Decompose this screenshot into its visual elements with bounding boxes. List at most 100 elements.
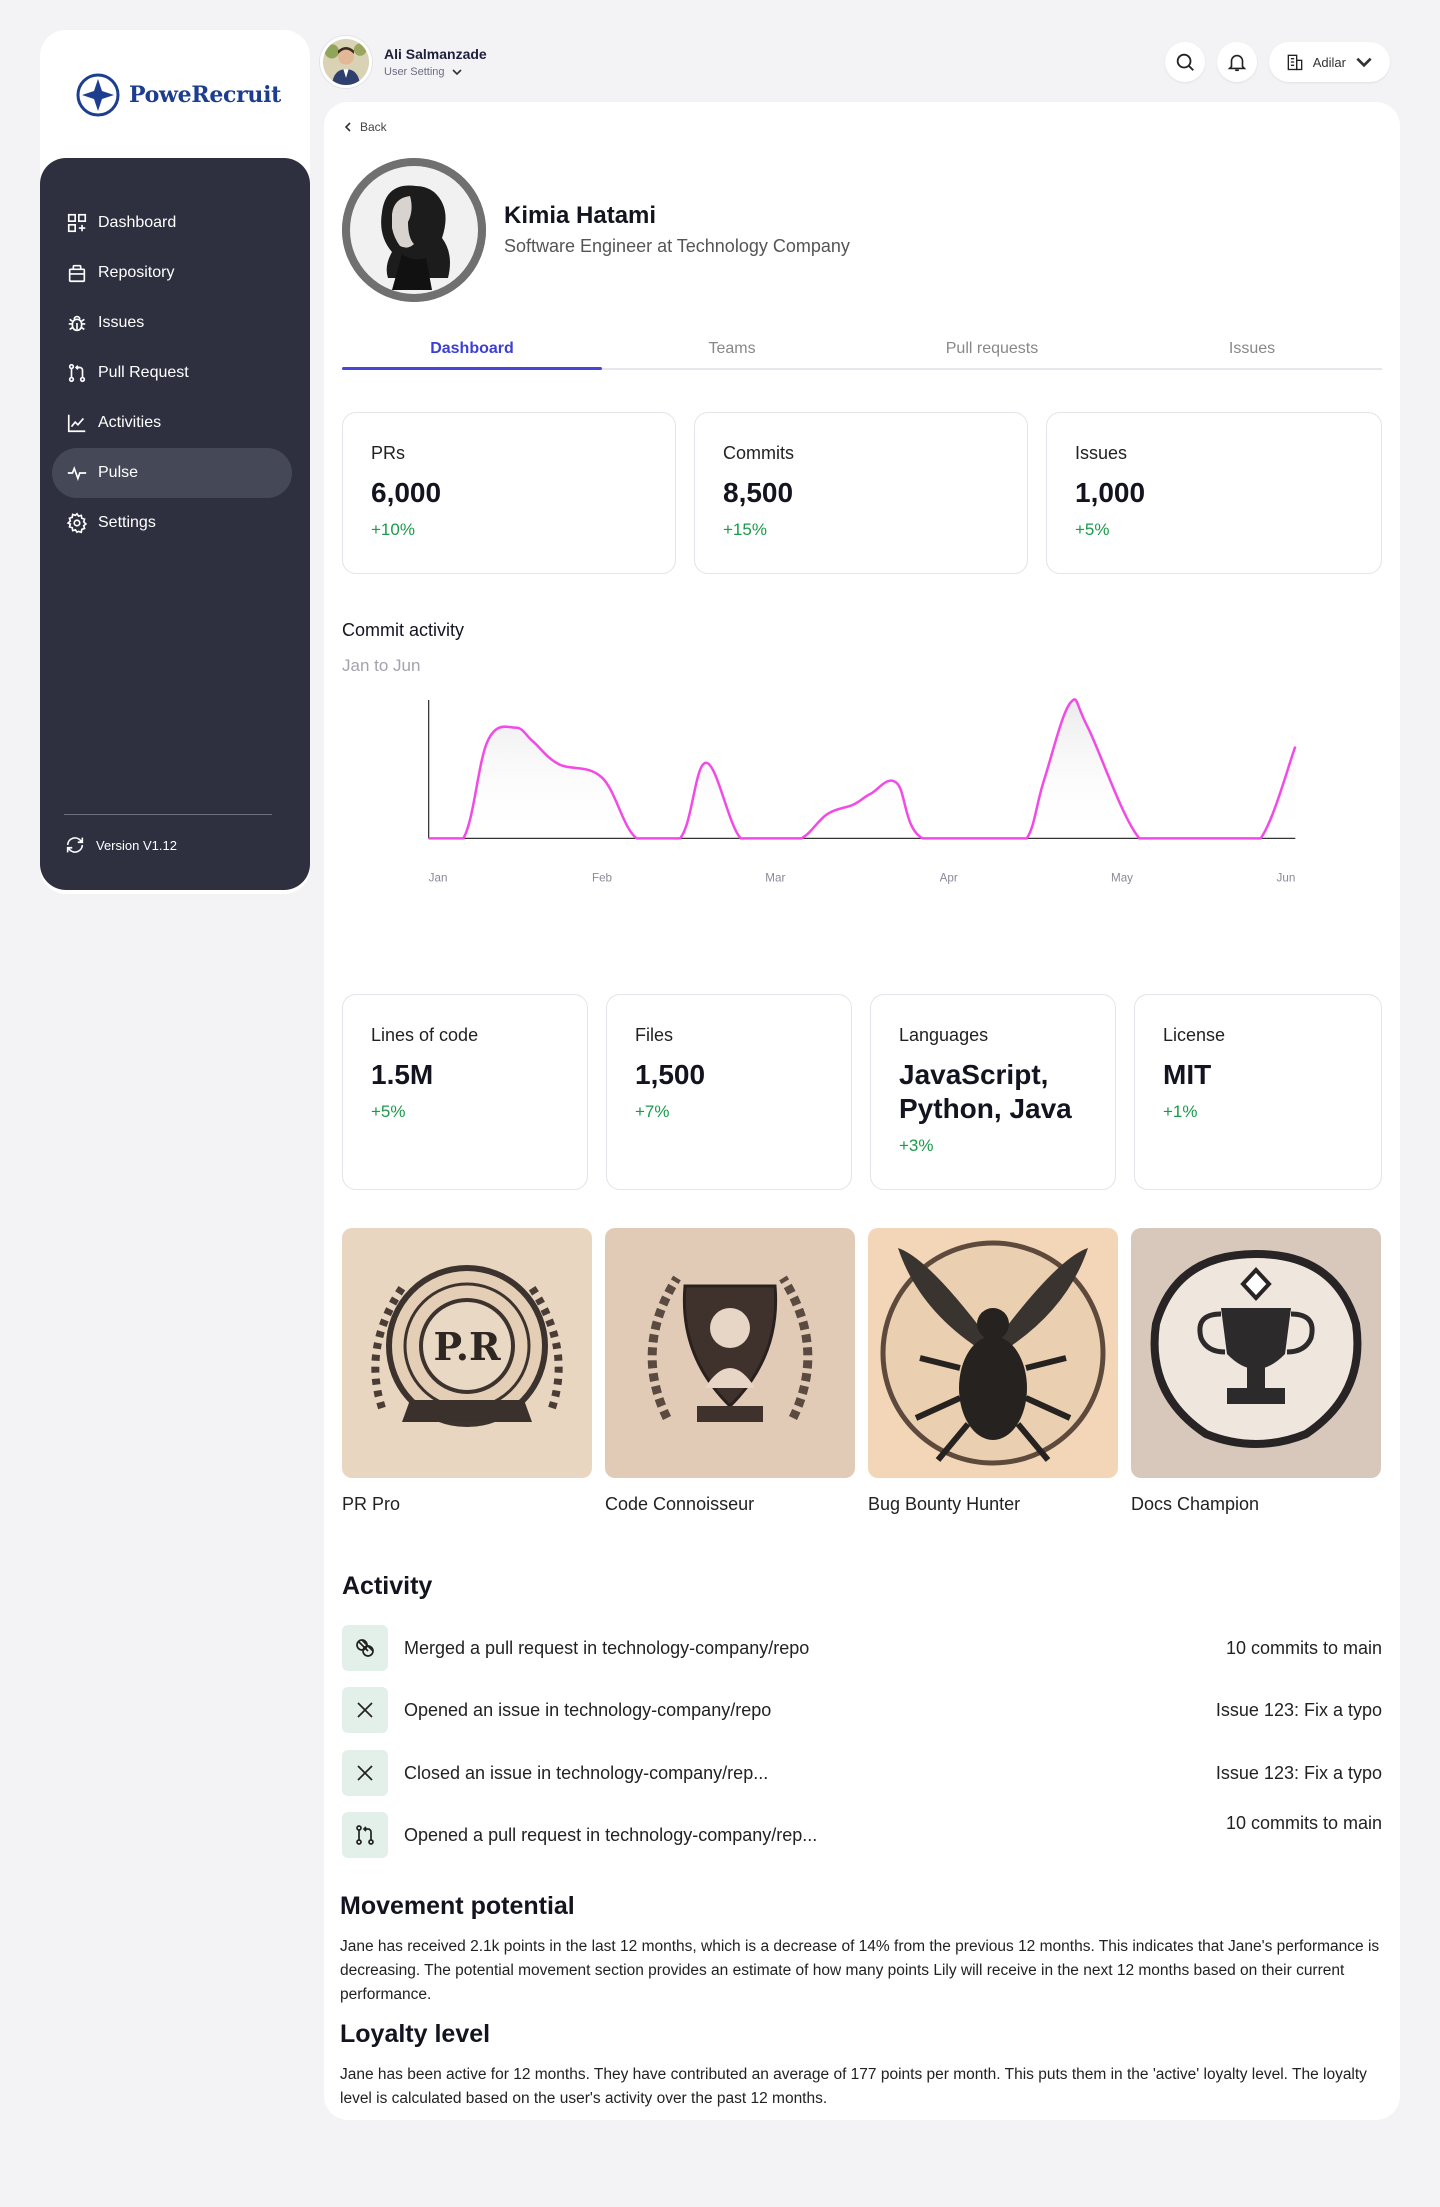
chevron-down-icon — [451, 69, 462, 76]
profile-name: Kimia Hatami — [504, 202, 657, 229]
user-menu[interactable]: Ali Salmanzade User Setting — [320, 36, 487, 88]
company-selector[interactable]: Adilar — [1268, 42, 1390, 82]
list-item[interactable]: Merged a pull request in technology-comp… — [342, 1624, 1382, 1672]
user-setting-label: User Setting — [384, 66, 445, 78]
search-button[interactable] — [1164, 42, 1205, 82]
activity-detail: Issue 123: Fix a typo — [1215, 1699, 1382, 1720]
stat-value: 1.5M — [371, 1059, 434, 1090]
tab-issues[interactable]: Issues — [1122, 324, 1382, 368]
refresh-icon — [66, 837, 84, 853]
list-item[interactable]: Opened an issue in technology-company/re… — [342, 1686, 1382, 1734]
stat-card-lines-of-code: Lines of code 1.5M +5% — [342, 994, 588, 1190]
profile-tabs: Dashboard Teams Pull requests Issues — [342, 324, 1382, 370]
stat-label: Lines of code — [371, 1025, 479, 1045]
chart-line-icon — [67, 414, 86, 433]
sidebar-item-dashboard[interactable]: Dashboard — [52, 198, 292, 248]
sidebar-item-label: Pull Request — [98, 364, 189, 381]
activity-icon-box — [342, 1812, 388, 1858]
sidebar-item-issues[interactable]: Issues — [52, 298, 292, 348]
back-label: Back — [360, 120, 387, 134]
badge-bug-bounty-hunter[interactable]: Bug Bounty Hunter — [868, 1228, 1118, 1515]
activity-text: Opened an issue in technology-company/re… — [404, 1699, 772, 1720]
badge-docs-champion[interactable]: Docs Champion — [1131, 1228, 1381, 1515]
company-name: Adilar — [1312, 54, 1346, 70]
stat-change: +5% — [371, 1102, 406, 1121]
sidebar-item-label: Issues — [98, 314, 145, 331]
stat-label: Files — [635, 1025, 674, 1045]
chart-x-tick-label: Jun — [1277, 872, 1296, 885]
stat-change: +15% — [723, 520, 767, 539]
stat-label: License — [1163, 1025, 1226, 1045]
sidebar-item-repository[interactable]: Repository — [52, 248, 292, 298]
search-icon — [1176, 53, 1194, 71]
stat-card-languages: Languages JavaScript, Python, Java +3% — [870, 994, 1116, 1190]
merge-icon — [356, 1639, 374, 1657]
loyalty-title: Loyalty level — [340, 2020, 491, 2048]
profile-role: Software Engineer at Technology Company — [504, 236, 850, 256]
list-item[interactable]: Opened a pull request in technology-comp… — [342, 1811, 1382, 1859]
stat-label: PRs — [371, 443, 406, 463]
stat-value: JavaScript, Python, Java — [899, 1059, 1072, 1124]
pr-pro-emblem-icon: P.R — [342, 1228, 592, 1478]
tab-pull-requests[interactable]: Pull requests — [862, 324, 1122, 368]
logo-star-icon — [76, 73, 120, 117]
close-icon — [357, 1765, 373, 1781]
sidebar-item-settings[interactable]: Settings — [52, 498, 292, 548]
chart-x-tick-label: May — [1111, 872, 1133, 885]
sidebar-item-label: Dashboard — [98, 214, 177, 231]
bug-icon — [68, 315, 86, 332]
activity-icon-box — [342, 1625, 388, 1671]
activity-icon-box — [342, 1750, 388, 1796]
stat-value: 1,500 — [635, 1059, 706, 1090]
sidebar-item-label: Repository — [98, 264, 175, 281]
stat-card-prs: PRs 6,000 +10% — [342, 412, 676, 574]
code-connoisseur-emblem-icon — [605, 1228, 855, 1478]
badge-pr-pro[interactable]: P.R PR Pro — [342, 1228, 592, 1515]
sidebar-nav: Dashboard Repository Issues Pull Request… — [52, 198, 292, 548]
dashboard-icon — [67, 213, 87, 233]
list-item[interactable]: Closed an issue in technology-company/re… — [342, 1749, 1382, 1797]
commit-activity-chart: Jan Feb Mar Apr May Jun — [428, 698, 1297, 885]
badge-image: P.R — [342, 1228, 592, 1478]
chart-x-tick-label: Apr — [940, 872, 958, 885]
chart-title: Commit activity — [342, 620, 465, 640]
sidebar-item-pull-request[interactable]: Pull Request — [52, 348, 292, 398]
pull-request-icon — [68, 363, 86, 383]
docs-champion-trophy-icon — [1131, 1228, 1381, 1478]
stat-change: +1% — [1163, 1102, 1198, 1121]
activity-text: Opened a pull request in technology-comp… — [404, 1824, 818, 1845]
notifications-button[interactable] — [1216, 42, 1257, 82]
back-link[interactable]: Back — [342, 120, 387, 134]
stat-value: MIT — [1163, 1059, 1212, 1090]
tab-dashboard[interactable]: Dashboard — [342, 324, 602, 370]
bug-bounty-hunter-emblem-icon — [868, 1228, 1118, 1478]
badge-name: PR Pro — [342, 1494, 401, 1514]
user-setting-dropdown[interactable]: User Setting — [384, 66, 487, 78]
tab-teams[interactable]: Teams — [602, 324, 862, 368]
bell-icon — [1227, 54, 1247, 72]
sidebar-item-activities[interactable]: Activities — [52, 398, 292, 448]
badge-code-connoisseur[interactable]: Code Connoisseur — [605, 1228, 855, 1515]
sidebar-item-label: Pulse — [98, 464, 139, 481]
chart-x-tick-label: Jan — [429, 872, 448, 885]
gear-icon — [66, 512, 88, 534]
stat-label: Issues — [1075, 443, 1128, 463]
badge-image — [868, 1228, 1118, 1478]
stat-change: +10% — [371, 520, 415, 539]
stat-card-issues: Issues 1,000 +5% — [1046, 412, 1382, 574]
activity-text: Merged a pull request in technology-comp… — [404, 1637, 810, 1658]
activity-detail: Issue 123: Fix a typo — [1215, 1762, 1382, 1783]
pulse-icon — [67, 466, 87, 482]
stat-change: +7% — [635, 1102, 670, 1121]
brand-logo[interactable]: PoweRecruit — [75, 72, 281, 118]
sidebar-item-pulse[interactable]: Pulse — [52, 448, 292, 498]
stat-change: +3% — [899, 1136, 934, 1155]
badge-emblem-text: P.R — [433, 1324, 501, 1369]
chart-x-tick-label: Feb — [592, 872, 612, 885]
badge-image — [1131, 1228, 1381, 1478]
sidebar-item-label: Settings — [98, 514, 156, 531]
sidebar-nav-panel: Dashboard Repository Issues Pull Request… — [40, 158, 310, 890]
stat-value: 6,000 — [371, 477, 442, 508]
stat-label: Languages — [899, 1025, 989, 1045]
profile-photo — [342, 158, 486, 302]
